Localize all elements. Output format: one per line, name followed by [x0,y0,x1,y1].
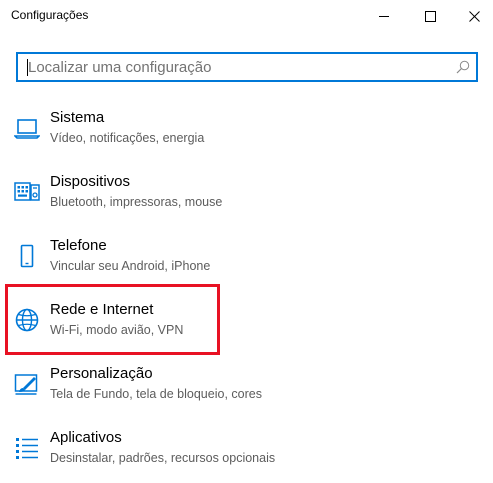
search-icon[interactable] [456,60,470,74]
category-devices[interactable]: Dispositivos Bluetooth, impressoras, mou… [6,173,446,233]
category-title: Aplicativos [50,429,122,446]
category-description: Tela de Fundo, tela de bloqueio, cores [50,387,262,401]
highlight-annotation [5,284,220,355]
category-description: Vincular seu Android, iPhone [50,259,211,273]
title-bar[interactable]: Configurações [0,0,493,32]
category-title: Personalização [50,365,153,382]
maximize-button[interactable] [407,0,453,32]
minimize-button[interactable] [361,0,407,32]
close-icon [468,10,480,22]
category-title: Sistema [50,109,105,126]
search-input[interactable] [28,56,448,78]
category-title: Telefone [50,237,107,254]
search-box[interactable] [16,52,478,82]
category-system[interactable]: Sistema Vídeo, notificações, energia [6,109,446,169]
apps-list-icon [16,438,38,459]
category-apps[interactable]: Aplicativos Desinstalar, padrões, recurs… [6,429,446,483]
devices-icon [14,182,40,201]
maximize-icon [424,10,436,22]
close-button[interactable] [451,0,493,32]
window-title: Configurações [11,8,89,22]
category-title: Dispositivos [50,173,131,190]
brush-icon [14,374,38,395]
category-personalization[interactable]: Personalização Tela de Fundo, tela de bl… [6,365,446,425]
laptop-icon [14,119,40,139]
category-description: Desinstalar, padrões, recursos opcionais [50,451,276,465]
phone-icon [20,244,34,268]
category-description: Bluetooth, impressoras, mouse [50,195,223,209]
settings-window: Configurações Localizar uma configuração… [0,0,493,483]
category-description: Vídeo, notificações, energia [50,131,205,145]
minimize-icon [378,15,389,17]
